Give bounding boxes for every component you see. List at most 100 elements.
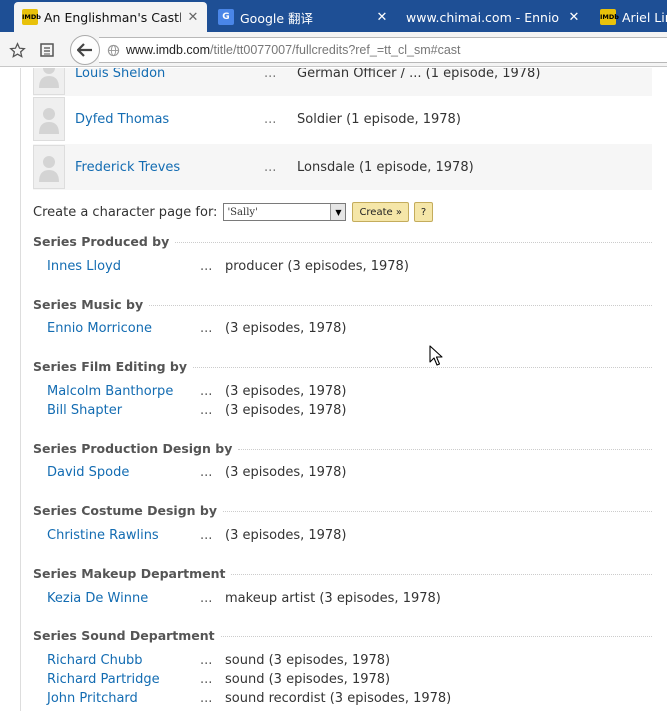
ellipsis: ... [200,258,213,274]
tab-englishmans-castle[interactable]: IMDb An Englishman's Castle... ✕ [14,2,207,32]
credit-role: (3 episodes, 1978) [225,320,347,336]
ellipsis: ... [200,464,213,480]
tab-title: An Englishman's Castle... [44,9,181,25]
dropdown-arrow-icon[interactable]: ▼ [330,204,346,220]
ellipsis: ... [200,527,213,543]
credit-name-link[interactable]: Christine Rawlins [47,528,159,543]
credit-name-link[interactable]: Bill Shapter [47,403,122,418]
create-button[interactable]: Create » [352,202,409,222]
arrow-left-icon [77,43,92,57]
ellipsis: ... [200,320,213,336]
credit-role: sound (3 episodes, 1978) [225,652,391,668]
section-title: Series Production Design by [33,440,233,456]
ellipsis: ... [200,402,213,418]
character-page-label: Create a character page for: [33,204,218,220]
tab-bar: IMDb An Englishman's Castle... ✕ G Googl… [0,0,667,32]
google-translate-favicon-icon: G [218,9,234,25]
imdb-fullcredits-page: Louis Sheldon ... German Officer / ... (… [0,68,667,711]
ellipsis: ... [264,111,277,127]
section-heading: Series Produced by [33,233,652,249]
tab-title: Ariel Lim [622,9,667,25]
credit-role: (3 episodes, 1978) [225,402,347,418]
cast-name-link[interactable]: Frederick Treves [75,160,180,175]
close-tab-icon[interactable]: ✕ [568,10,580,25]
tab-chimai[interactable]: www.chimai.com - Ennio ... ✕ [398,2,588,32]
ellipsis: ... [264,68,277,81]
tab-google-translate[interactable]: G Google 翻译 ✕ [210,2,396,32]
section-title: Series Film Editing by [33,358,188,374]
section-divider [223,510,652,512]
character-text: Soldier (1 episode, 1978) [297,111,461,127]
credit-name-link[interactable]: Richard Chubb [47,653,143,668]
url-domain: www.imdb.com [126,43,211,57]
section-divider [220,635,652,637]
ellipsis: ... [200,383,213,399]
section-heading: Series Music by [33,296,652,312]
person-placeholder-icon [33,145,65,189]
credit-role: (3 episodes, 1978) [225,383,347,399]
credit-role: makeup artist (3 episodes, 1978) [225,590,441,606]
bookmark-star-icon[interactable] [6,39,28,61]
credit-role: producer (3 episodes, 1978) [225,258,409,274]
imdb-favicon-icon: IMDb [600,9,619,25]
person-placeholder-icon [33,68,65,95]
help-button[interactable]: ? [413,202,433,222]
tab-ariel-lim[interactable]: IMDb Ariel Lim [592,2,667,32]
close-tab-icon[interactable]: ✕ [376,10,388,25]
content-border [20,68,21,711]
credit-role: sound (3 episodes, 1978) [225,671,391,687]
credit-role: (3 episodes, 1978) [225,464,347,480]
section-title: Series Costume Design by [33,502,218,518]
person-placeholder-icon [33,97,65,141]
credit-role: (3 episodes, 1978) [225,527,347,543]
cast-row: Frederick Treves ... Lonsdale (1 episode… [33,144,652,190]
credit-name-link[interactable]: Innes Lloyd [47,259,121,274]
cast-name-link[interactable]: Dyfed Thomas [75,112,169,127]
section-divider [238,448,652,450]
ellipsis: ... [264,159,277,175]
credit-name-link[interactable]: Kezia De Winne [47,591,148,606]
character-select[interactable]: 'Sally' ▼ [223,203,347,221]
credit-name-link[interactable]: Richard Partridge [47,672,160,687]
section-divider [175,241,652,243]
cast-row: Dyfed Thomas ... Soldier (1 episode, 197… [33,96,652,142]
section-divider [149,304,652,306]
credit-name-link[interactable]: Malcolm Banthorpe [47,384,173,399]
ellipsis: ... [200,652,213,668]
imdb-favicon-icon: IMDb [22,9,41,25]
character-text: German Officer / ... (1 episode, 1978) [297,68,541,81]
mouse-cursor-icon [429,345,443,366]
back-button[interactable] [70,35,100,65]
reading-list-icon[interactable] [36,39,58,61]
section-heading: Series Production Design by [33,440,652,456]
credit-role: sound recordist (3 episodes, 1978) [225,690,452,706]
section-divider [231,573,652,575]
ellipsis: ... [200,671,213,687]
browser-toolbar: www.imdb.com/title/tt0077007/fullcredits… [0,32,667,67]
tab-title: www.chimai.com - Ennio ... [406,9,562,25]
credit-name-link[interactable]: Ennio Morricone [47,321,152,336]
ellipsis: ... [200,590,213,606]
section-title: Series Music by [33,296,144,312]
section-heading: Series Costume Design by [33,502,652,518]
character-text: Lonsdale (1 episode, 1978) [297,159,474,175]
credit-name-link[interactable]: David Spode [47,465,129,480]
character-page-form: Create a character page for: 'Sally' ▼ C… [33,202,433,222]
tab-title: Google 翻译 [240,10,314,26]
section-title: Series Produced by [33,233,170,249]
ellipsis: ... [200,690,213,706]
globe-icon [107,44,120,56]
cast-row: Louis Sheldon ... German Officer / ... (… [33,68,652,96]
character-select-value: 'Sally' [227,206,258,218]
url-path: /title/tt0077007/fullcredits?ref_=tt_cl_… [210,43,461,57]
section-title: Series Sound Department [33,627,215,643]
cast-name-link[interactable]: Louis Sheldon [75,68,165,81]
credit-name-link[interactable]: John Pritchard [47,691,138,706]
close-tab-icon[interactable]: ✕ [187,10,199,25]
section-title: Series Makeup Department [33,565,226,581]
section-heading: Series Makeup Department [33,565,652,581]
section-heading: Series Film Editing by [33,358,652,374]
address-bar[interactable]: www.imdb.com/title/tt0077007/fullcredits… [99,37,667,63]
section-divider [193,366,652,368]
section-heading: Series Sound Department [33,627,652,643]
